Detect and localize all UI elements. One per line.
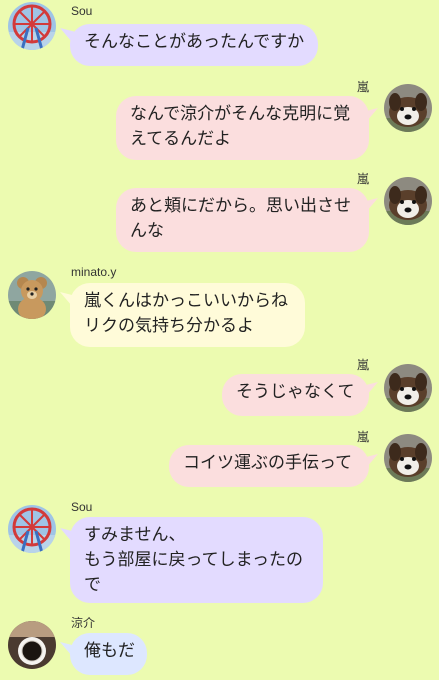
dog-avatar-icon[interactable]	[384, 177, 432, 225]
message-text: もう部屋に戻ってしまったの	[84, 550, 303, 570]
message-bubble[interactable]: そんなことがあったんですか	[70, 24, 319, 66]
message-text: あと頬にだから。思い出させ	[130, 196, 351, 216]
sender-name: Sou	[71, 4, 93, 18]
sender-name: minato.y	[71, 265, 117, 279]
message-text: んな	[130, 221, 164, 241]
teddy-bear-avatar-icon[interactable]	[8, 271, 56, 319]
chat-screen: { "colors": { "background": "#ecfbb0", "…	[0, 0, 439, 680]
message-text: えてるんだよ	[130, 129, 232, 149]
sender-name: 嵐	[357, 358, 370, 372]
sender-name: 嵐	[357, 172, 370, 186]
message-bubble[interactable]: あと頬にだから。思い出させ んな	[116, 188, 369, 252]
ferris-wheel-avatar-icon[interactable]	[8, 505, 56, 553]
sender-name: 涼介	[71, 616, 96, 630]
message-text: コイツ運ぶの手伝って	[183, 453, 353, 473]
message-text: なんで涼介がそんな克明に覚	[130, 104, 351, 124]
dog-avatar-icon[interactable]	[384, 84, 432, 132]
sender-name: 嵐	[357, 80, 370, 94]
dog-avatar-icon[interactable]	[384, 434, 432, 482]
message-bubble[interactable]: コイツ運ぶの手伝って	[169, 445, 369, 487]
message-bubble[interactable]: なんで涼介がそんな克明に覚 えてるんだよ	[116, 96, 369, 160]
message-text: すみません、	[84, 525, 186, 545]
message-text: で	[84, 575, 101, 595]
message-bubble[interactable]: すみません、 もう部屋に戻ってしまったの で	[70, 517, 323, 603]
message-text: 俺もだ	[84, 641, 135, 661]
sender-name: Sou	[71, 500, 93, 514]
dog-avatar-icon[interactable]	[384, 364, 432, 412]
message-bubble[interactable]: 嵐くんはかっこいいからね リクの気持ち分かるよ	[70, 283, 305, 347]
message-bubble[interactable]: そうじゃなくて	[222, 374, 369, 416]
message-text: そんなことがあったんですか	[84, 32, 305, 52]
message-text: そうじゃなくて	[236, 382, 355, 402]
message-bubble[interactable]: 俺もだ	[70, 633, 147, 675]
sender-name: 嵐	[357, 430, 370, 444]
message-text: リクの気持ち分かるよ	[84, 316, 254, 336]
message-text: 嵐くんはかっこいいからね	[84, 291, 288, 311]
coffee-cup-avatar-icon[interactable]	[8, 621, 56, 669]
ferris-wheel-avatar-icon[interactable]	[8, 2, 56, 50]
